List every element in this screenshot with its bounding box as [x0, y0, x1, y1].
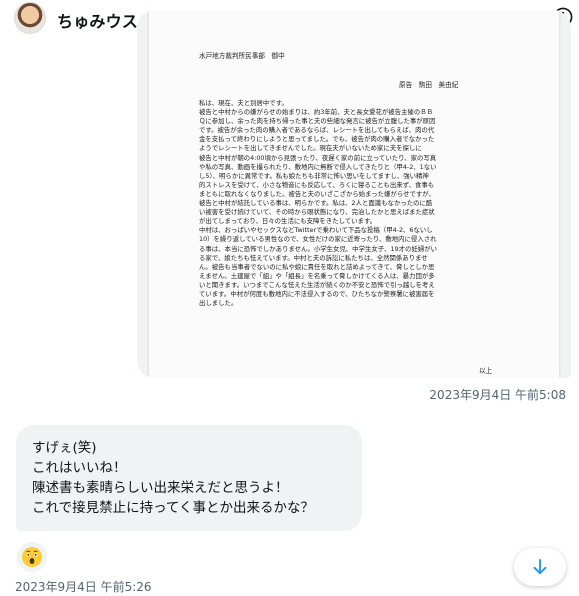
sent-message-image[interactable]: 水戸地方裁判所民事部 御中 原告 駒田 美由紀 私は、現在、夫と別居中です。 被… — [137, 10, 571, 378]
document-court: 水戸地方裁判所民事部 御中 — [199, 52, 285, 60]
received-message-bubble[interactable]: すげぇ(笑) これはいいね！ 陳述書も素晴らしい出来栄えだと思うよ！ これで接見… — [16, 425, 362, 531]
document-closing: 以上 — [479, 367, 493, 375]
message-line: これで接見禁止に持ってく事とか出来るかな？ — [32, 500, 315, 516]
message-line: 陳述書も素晴らしい出来栄えだと思うよ！ — [32, 480, 289, 496]
sent-timestamp: 2023年9月4日 午前5:08 — [429, 388, 566, 402]
document-author: 原告 駒田 美由紀 — [399, 81, 459, 89]
message-line: すげぇ(笑) — [32, 440, 97, 456]
scroll-to-bottom-button[interactable] — [514, 548, 566, 586]
document-body: 私は、現在、夫と別居中です。 被告と中村からの嫌がらせの始まりは、約3年前、夫と… — [199, 99, 438, 308]
message-line: これはいいね！ — [32, 460, 127, 476]
statement-document: 水戸地方裁判所民事部 御中 原告 駒田 美由紀 私は、現在、夫と別居中です。 被… — [149, 10, 559, 378]
surprised-face-icon — [22, 547, 42, 567]
reaction-badge[interactable] — [17, 542, 47, 572]
arrow-down-icon — [533, 559, 547, 575]
user-avatar[interactable] — [14, 2, 46, 34]
received-timestamp: 2023年9月4日 午前5:26 — [15, 580, 152, 594]
